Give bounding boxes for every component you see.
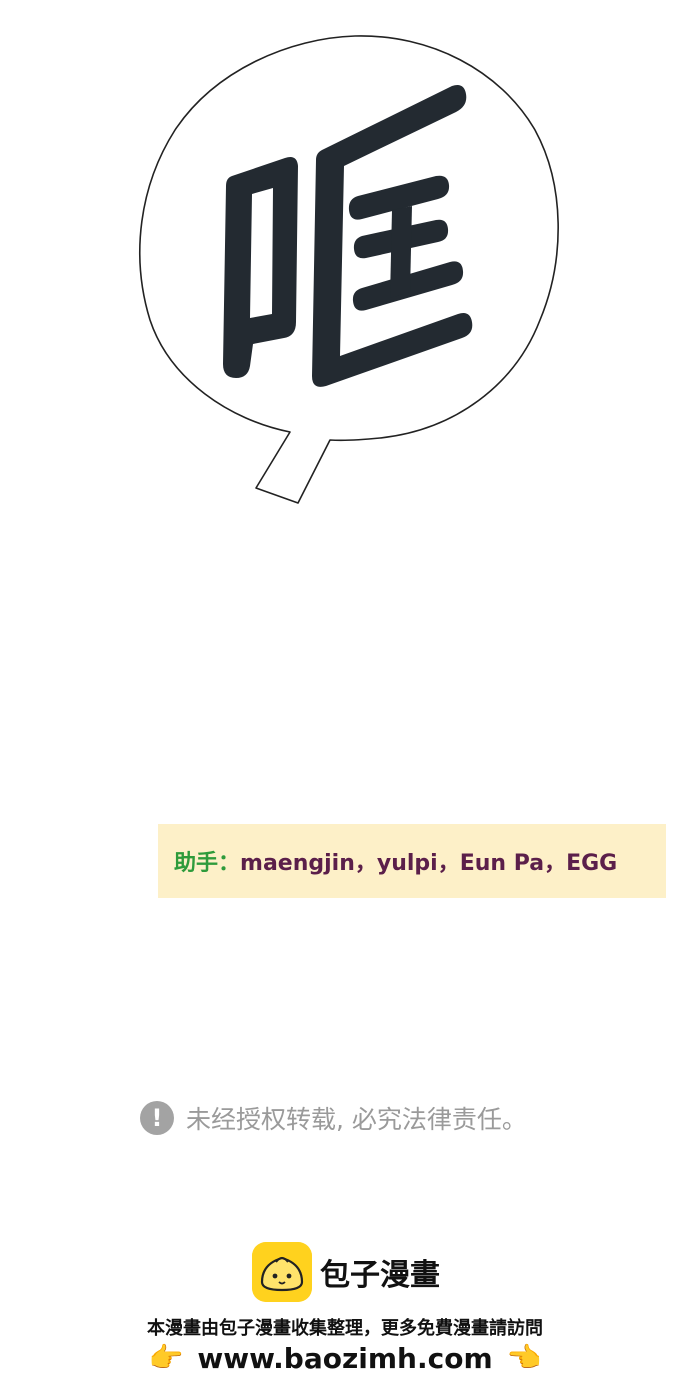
pointing-left-hand-icon: 👈 (506, 1341, 542, 1374)
url-row: 👉 www.baozimh.com 👈 (0, 1338, 690, 1378)
exclamation-icon: ! (140, 1101, 174, 1135)
speech-bubble-outline (139, 35, 559, 504)
copyright-notice: ! 未经授权转载, 必究法律责任。 (140, 1098, 527, 1138)
credits-label: 助手： (174, 851, 241, 876)
pointing-right-hand-icon: 👉 (148, 1341, 184, 1374)
site-url-link[interactable]: www.baozimh.com (197, 1342, 492, 1375)
credits-banner: 助手： maengjin，yulpi，Eun Pa，EGG (158, 824, 666, 898)
brand[interactable]: 包子漫畫 (252, 1242, 440, 1302)
notice-text: 未经授权转载, 必究法律责任。 (186, 1105, 527, 1134)
speech-bubble (139, 35, 559, 504)
bun-logo-icon (252, 1242, 312, 1302)
credits-names: maengjin，yulpi，Eun Pa，EGG (240, 851, 618, 876)
brand-name: 包子漫畫 (320, 1258, 440, 1293)
promo-text: 本漫畫由包子漫畫收集整理，更多免費漫畫請訪問 (147, 1318, 543, 1339)
